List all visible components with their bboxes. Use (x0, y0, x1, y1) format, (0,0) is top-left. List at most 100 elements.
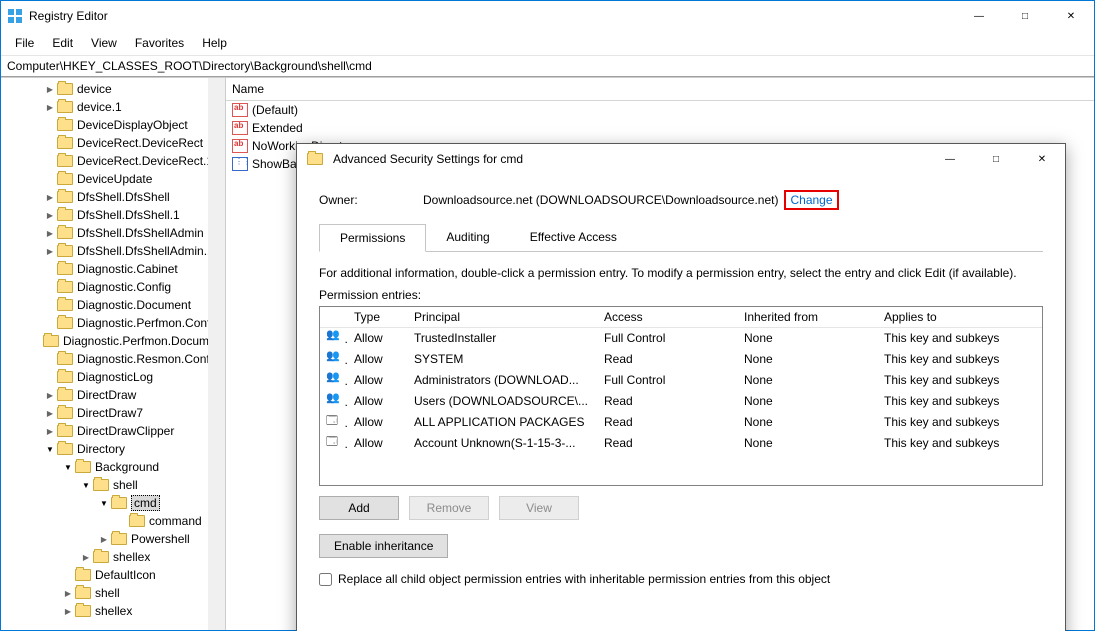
chevron-down-icon[interactable]: ▼ (97, 499, 111, 508)
tree-item[interactable]: ▶DirectDraw7 (7, 404, 225, 422)
hdr-inherited[interactable]: Inherited from (738, 307, 878, 327)
permission-row[interactable]: AllowAccount Unknown(S-1-15-3-...ReadNon… (320, 433, 1042, 454)
menu-file[interactable]: File (7, 33, 42, 53)
tree-item[interactable]: ▶device.1 (7, 98, 225, 116)
tree-item[interactable]: Diagnostic.Cabinet (7, 260, 225, 278)
tree-scrollbar[interactable] (208, 78, 225, 630)
permission-row[interactable]: AllowALL APPLICATION PACKAGESReadNoneThi… (320, 412, 1042, 433)
tree-item[interactable]: ▶DfsShell.DfsShell.1 (7, 206, 225, 224)
tree-item[interactable]: Diagnostic.Perfmon.Document (7, 332, 225, 350)
chevron-right-icon[interactable]: ▶ (43, 409, 57, 418)
values-header[interactable]: Name (226, 78, 1094, 101)
tree-item[interactable]: ▼Directory (7, 440, 225, 458)
tree-item[interactable]: ▶device (7, 80, 225, 98)
tree-item[interactable]: ▶ DfsShell.DfsShell (7, 188, 225, 206)
tree-item[interactable]: ▶ DirectDraw (7, 386, 225, 404)
chevron-right-icon[interactable]: ▶ (43, 193, 57, 202)
tab-permissions[interactable]: Permissions (319, 224, 426, 252)
tree-item[interactable]: command (7, 512, 225, 530)
chevron-right-icon[interactable]: ▶ (61, 607, 75, 616)
entries-header[interactable]: Type Principal Access Inherited from App… (320, 307, 1042, 328)
chevron-right-icon[interactable]: ▶ (43, 229, 57, 238)
tree-item[interactable]: DeviceRect.DeviceRect (7, 134, 225, 152)
chevron-right-icon[interactable]: ▶ (43, 103, 57, 112)
tree-item-label: DfsShell.DfsShell (77, 190, 170, 204)
chevron-right-icon[interactable]: ▶ (43, 391, 57, 400)
chevron-down-icon[interactable]: ▼ (79, 481, 93, 490)
tree-item[interactable]: DeviceRect.DeviceRect.1 (7, 152, 225, 170)
menu-view[interactable]: View (83, 33, 125, 53)
tree-item-label: Background (95, 460, 159, 474)
tree-item[interactable]: ▶shellex (7, 602, 225, 620)
cell-inherited: None (738, 391, 878, 412)
address-bar[interactable]: Computer\HKEY_CLASSES_ROOT\Directory\Bac… (1, 55, 1094, 77)
permission-row[interactable]: AllowSYSTEMReadNoneThis key and subkeys (320, 349, 1042, 370)
dialog-minimize-button[interactable]: — (927, 144, 973, 174)
value-row[interactable]: (Default) (226, 101, 1094, 119)
chevron-right-icon[interactable]: ▶ (43, 427, 57, 436)
close-button[interactable]: ✕ (1048, 1, 1094, 31)
tree-item[interactable]: DefaultIcon (7, 566, 225, 584)
tree-item[interactable]: ▶shellex (7, 548, 225, 566)
tree-item[interactable]: DeviceUpdate (7, 170, 225, 188)
permission-row[interactable]: AllowTrustedInstallerFull ControlNoneThi… (320, 328, 1042, 349)
tree-item[interactable]: DeviceDisplayObject (7, 116, 225, 134)
cell-applies: This key and subkeys (878, 391, 1042, 412)
chevron-right-icon[interactable]: ▶ (97, 535, 111, 544)
folder-icon (57, 227, 73, 239)
hdr-applies[interactable]: Applies to (878, 307, 1042, 327)
dialog-close-button[interactable]: ✕ (1019, 144, 1065, 174)
tree-item-label: DirectDraw (77, 388, 136, 402)
tree-item[interactable]: Diagnostic.Document (7, 296, 225, 314)
tree-item[interactable]: ▼shell (7, 476, 225, 494)
menu-favorites[interactable]: Favorites (127, 33, 192, 53)
tree-item[interactable]: Diagnostic.Config (7, 278, 225, 296)
tree-item[interactable]: ▶Powershell (7, 530, 225, 548)
chevron-down-icon[interactable]: ▼ (61, 463, 75, 472)
chevron-right-icon[interactable]: ▶ (61, 589, 75, 598)
maximize-button[interactable]: □ (1002, 1, 1048, 31)
folder-icon (57, 101, 73, 113)
cell-access: Full Control (598, 328, 738, 349)
view-button: View (499, 496, 579, 520)
tree-item[interactable]: ▼ Background (7, 458, 225, 476)
enable-inheritance-button[interactable]: Enable inheritance (319, 534, 448, 558)
dialog-titlebar[interactable]: Advanced Security Settings for cmd — □ ✕ (297, 144, 1065, 174)
folder-icon (111, 497, 127, 509)
folder-icon (75, 587, 91, 599)
replace-child-check[interactable]: Replace all child object permission entr… (319, 572, 1043, 586)
menu-edit[interactable]: Edit (44, 33, 81, 53)
tree-item[interactable]: Diagnostic.Perfmon.Config (7, 314, 225, 332)
tree-item[interactable]: DiagnosticLog (7, 368, 225, 386)
tab-auditing[interactable]: Auditing (426, 224, 509, 252)
tree-item-label: DfsShell.DfsShellAdmin (77, 226, 204, 240)
chevron-right-icon[interactable]: ▶ (43, 211, 57, 220)
tree-item[interactable]: ▶shell (7, 584, 225, 602)
chevron-right-icon[interactable]: ▶ (79, 553, 93, 562)
chevron-right-icon[interactable]: ▶ (43, 85, 57, 94)
dialog-maximize-button[interactable]: □ (973, 144, 1019, 174)
permission-row[interactable]: AllowUsers (DOWNLOADSOURCE\...ReadNoneTh… (320, 391, 1042, 412)
tree-item[interactable]: ▶ DfsShell.DfsShellAdmin (7, 224, 225, 242)
hdr-type[interactable]: Type (348, 307, 408, 327)
tree-item[interactable]: ▶DfsShell.DfsShellAdmin.1 (7, 242, 225, 260)
value-row[interactable]: Extended (226, 119, 1094, 137)
tab-effective-access[interactable]: Effective Access (510, 224, 637, 252)
folder-icon (43, 335, 59, 347)
tree-item[interactable]: ▶DirectDrawClipper (7, 422, 225, 440)
permission-row[interactable]: AllowAdministrators (DOWNLOAD...Full Con… (320, 370, 1042, 391)
chevron-down-icon[interactable]: ▼ (43, 445, 57, 454)
menu-help[interactable]: Help (194, 33, 235, 53)
minimize-button[interactable]: — (956, 1, 1002, 31)
entries-table[interactable]: Type Principal Access Inherited from App… (319, 306, 1043, 486)
folder-icon (57, 281, 73, 293)
tree-item[interactable]: Diagnostic.Resmon.Config (7, 350, 225, 368)
tree-pane[interactable]: ▶device▶device.1DeviceDisplayObjectDevic… (1, 78, 226, 630)
chevron-right-icon[interactable]: ▶ (43, 247, 57, 256)
add-button[interactable]: Add (319, 496, 399, 520)
replace-checkbox[interactable] (319, 573, 332, 586)
tree-item[interactable]: ▼cmd (7, 494, 225, 512)
hdr-principal[interactable]: Principal (408, 307, 598, 327)
change-owner-link[interactable]: Change (784, 190, 838, 210)
hdr-access[interactable]: Access (598, 307, 738, 327)
